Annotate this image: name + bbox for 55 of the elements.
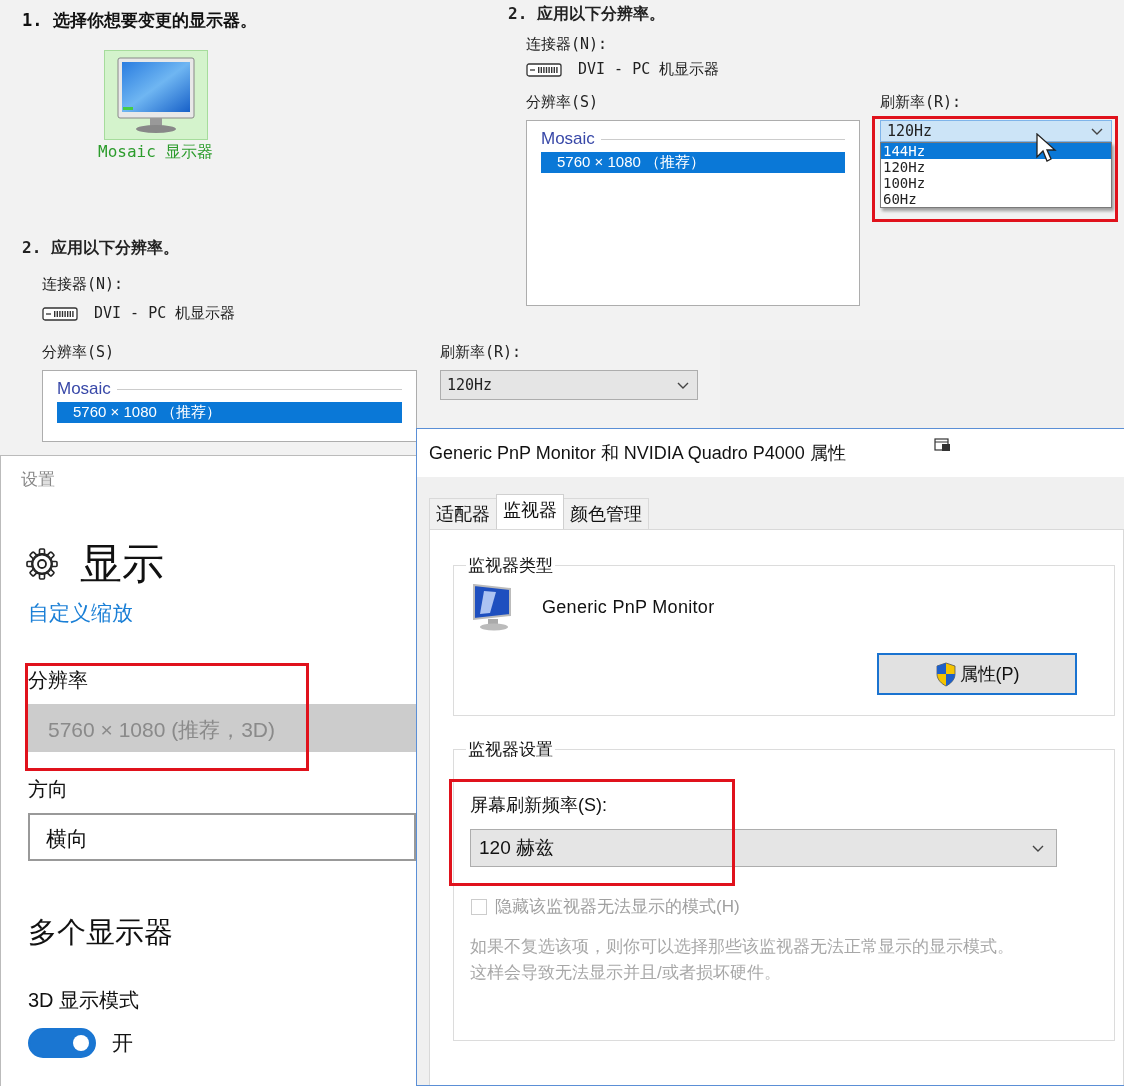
dropdown-option[interactable]: 144Hz [881, 143, 1111, 159]
page-heading: 显示 [80, 539, 164, 589]
toggle-state: 开 [112, 1030, 133, 1056]
tab[interactable]: 颜色管理 [563, 498, 649, 529]
group-header: Mosaic [57, 379, 111, 399]
chevron-icon [1032, 843, 1044, 853]
shield-icon [934, 661, 957, 687]
resolution-label: 分辨率(S) [42, 343, 115, 362]
resolution-label: 分辨率(S) [526, 93, 599, 112]
resolution-label: 分辨率 [28, 668, 88, 693]
connector-label: 连接器(N): [42, 275, 124, 294]
section-heading: 多个显示器 [28, 915, 173, 950]
properties-button[interactable]: 属性(P) [877, 653, 1077, 695]
monitor-icon [115, 56, 196, 134]
step-heading: 2. 应用以下分辨率。 [22, 238, 180, 259]
dropdown-option[interactable]: 60Hz [881, 191, 1111, 207]
refresh-rate-label: 刷新率(R): [440, 343, 522, 362]
connector-icon [526, 61, 562, 78]
step-heading: 2. 应用以下分辨率。 [508, 4, 666, 25]
group-label: 监视器设置 [467, 739, 554, 761]
window-title: 设置 [21, 469, 55, 491]
connector-name: DVI - PC 机显示器 [578, 60, 720, 79]
group-header: Mosaic [541, 129, 595, 149]
step-heading: 1. 选择你想要变更的显示器。 [22, 9, 258, 32]
settings-icon [26, 548, 58, 580]
refresh-rate-label: 屏幕刷新频率(S): [470, 794, 607, 817]
toggle-switch[interactable] [28, 1028, 96, 1058]
chevron-icon [1091, 126, 1103, 136]
refresh-rate-dropdown[interactable]: 120Hz [440, 370, 698, 400]
orientation-label: 方向 [28, 777, 68, 802]
resolution-list[interactable]: Mosaic 5760 × 1080 （推荐） [526, 120, 860, 306]
warning-text: 如果不复选该项，则你可以选择那些该监视器无法正常显示的显示模式。 [470, 936, 1014, 958]
mode-label: 3D 显示模式 [28, 988, 140, 1013]
resolution-item[interactable]: 5760 × 1080 （推荐） [57, 402, 402, 423]
tab[interactable]: 适配器 [429, 498, 497, 529]
connector-icon [42, 305, 78, 322]
group-label: 监视器类型 [467, 555, 554, 577]
dialog-title: Generic PnP Monitor 和 NVIDIA Quadro P4000 属性 [429, 442, 846, 465]
tab[interactable]: 监视器 [496, 494, 564, 529]
window-icon[interactable] [933, 438, 951, 452]
dropdown-option[interactable]: 100Hz [881, 175, 1111, 191]
warning-text: 这样会导致无法显示并且/或者损坏硬件。 [470, 962, 781, 984]
connector-label: 连接器(N): [526, 35, 608, 54]
chevron-icon [677, 380, 689, 390]
dropdown-option[interactable]: 120Hz [881, 159, 1111, 175]
resolution-list[interactable]: Mosaic 5760 × 1080 （推荐） [42, 370, 417, 442]
orientation-dropdown[interactable]: 横向 [28, 813, 416, 861]
checkbox-label: 隐藏该监视器无法显示的模式(H) [495, 896, 740, 918]
resolution-item[interactable]: 5760 × 1080 （推荐） [541, 152, 845, 173]
refresh-rate-dropdown[interactable]: 120 赫兹 [470, 829, 1057, 867]
connector-name: DVI - PC 机显示器 [94, 304, 236, 323]
monitor-name: Generic PnP Monitor [542, 596, 715, 618]
custom-scaling-link[interactable]: 自定义缩放 [28, 599, 133, 627]
refresh-rate-dropdown[interactable]: 120Hz [880, 120, 1112, 142]
refresh-rate-label: 刷新率(R): [880, 93, 962, 112]
